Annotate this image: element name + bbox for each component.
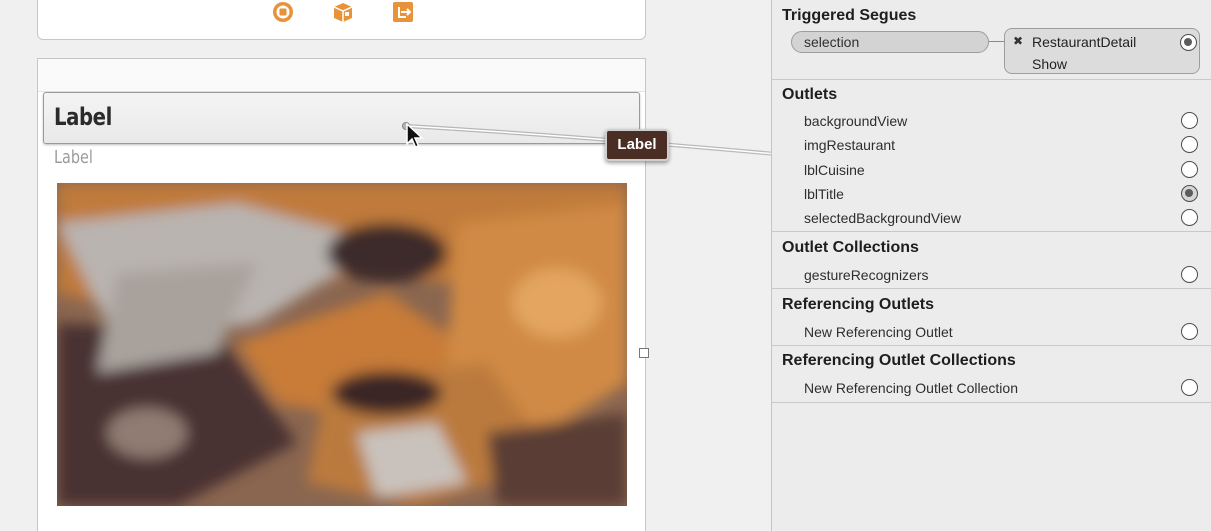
outlet-label: lblTitle (804, 186, 844, 202)
segue-destination-box[interactable]: ✖ RestaurantDetail Show (1004, 28, 1200, 74)
outlet-label: backgroundView (804, 113, 908, 129)
title-label[interactable]: Label (54, 103, 112, 131)
section-title: Outlets (782, 86, 838, 103)
storyboard-canvas[interactable]: Label Label (0, 0, 771, 531)
outlet-connection-circle-icon[interactable] (1181, 161, 1198, 178)
outlet-connection-circle-icon[interactable] (1181, 266, 1198, 283)
section-title: Referencing Outlet Collections (782, 352, 1016, 369)
referencing-outlet-collection-label: New Referencing Outlet Collection (804, 380, 1018, 396)
cuisine-label[interactable]: Label (54, 147, 93, 168)
resize-handle[interactable] (639, 348, 649, 358)
mouse-cursor-icon (406, 123, 424, 148)
outlet-label: imgRestaurant (804, 137, 896, 153)
outlet-label: lblCuisine (804, 162, 865, 178)
section-title: Triggered Segues (782, 7, 917, 24)
outlets-section: Outlets backgroundView imgRestaurant lbl… (772, 80, 1211, 232)
outlet-connection-circle-icon[interactable] (1181, 209, 1198, 226)
outlet-connection-circle-icon[interactable] (1181, 379, 1198, 396)
view-controller-icon[interactable] (330, 1, 356, 23)
segue-trigger-pill[interactable]: selection (791, 31, 989, 53)
section-title: Outlet Collections (782, 239, 919, 256)
cell-header-band (38, 59, 645, 92)
first-responder-icon[interactable] (270, 1, 296, 23)
connections-inspector: Triggered Segues selection ✖ RestaurantD… (771, 0, 1211, 531)
segue-kind: Show (1032, 56, 1068, 72)
outlet-label: selectedBackgroundView (804, 210, 961, 226)
triggered-segues-section: Triggered Segues selection ✖ RestaurantD… (772, 0, 1211, 80)
referencing-outlet-collections-section: Referencing Outlet Collections New Refer… (772, 346, 1211, 403)
referencing-outlet-label: New Referencing Outlet (804, 324, 953, 340)
restaurant-image-view[interactable] (57, 183, 627, 506)
scene-dock (37, 0, 646, 40)
drag-tooltip: Label (605, 129, 669, 161)
segue-destination: RestaurantDetail (1032, 34, 1137, 50)
exit-icon[interactable] (390, 1, 416, 23)
remove-connection-icon[interactable]: ✖ (1013, 34, 1023, 48)
title-label-selection[interactable] (43, 92, 640, 144)
outlet-collection-label: gestureRecognizers (804, 267, 929, 283)
segue-connector (989, 41, 1005, 42)
outlet-connection-circle-icon[interactable] (1181, 136, 1198, 153)
connection-circle-icon[interactable] (1180, 34, 1197, 51)
referencing-outlets-section: Referencing Outlets New Referencing Outl… (772, 289, 1211, 346)
outlet-connection-circle-icon[interactable] (1181, 323, 1198, 340)
outlet-connection-circle-icon[interactable] (1181, 112, 1198, 129)
outlet-collections-section: Outlet Collections gestureRecognizers (772, 232, 1211, 289)
section-title: Referencing Outlets (782, 296, 935, 313)
outlet-connection-circle-icon[interactable] (1181, 185, 1198, 202)
